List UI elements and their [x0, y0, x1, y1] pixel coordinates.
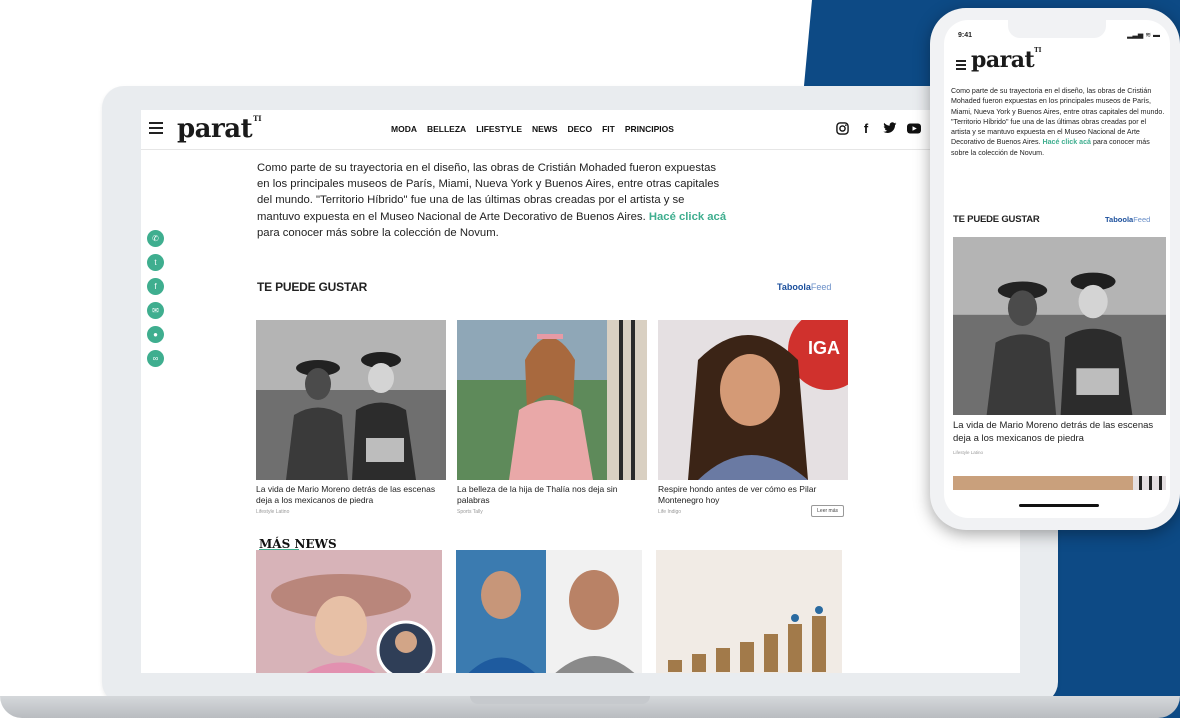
menu-icon[interactable] [149, 122, 163, 134]
card-title[interactable]: La vida de Mario Moreno detrás de las es… [256, 484, 446, 506]
whatsapp-icon[interactable]: ✆ [147, 230, 164, 247]
article-tail: para conocer más sobre la colección de N… [257, 226, 499, 239]
status-time: 9:41 [958, 32, 973, 39]
laptop-notch [470, 696, 650, 704]
social-links: f [834, 120, 922, 136]
article-link[interactable]: Hacé click acá [649, 211, 726, 223]
card-title[interactable]: La belleza de la hija de Thalía nos deja… [457, 484, 647, 506]
site-logo[interactable]: paratTI [177, 114, 262, 144]
twitter-icon[interactable]: t [147, 254, 164, 271]
recommendation-card[interactable]: La vida de Mario Moreno detrás de las es… [256, 320, 446, 515]
nav-item-principios[interactable]: PRINCIPIOS [625, 124, 674, 134]
card-title[interactable]: La vida de Mario Moreno detrás de las es… [953, 419, 1163, 445]
card-source: Lifestyle Latino [256, 509, 290, 515]
twitter-icon[interactable] [882, 120, 898, 136]
nav-item-moda[interactable]: MODA [391, 124, 417, 134]
youtube-icon[interactable] [906, 120, 922, 136]
more-news-title: MÁS NEWS [259, 537, 337, 552]
section-title: TE PUEDE GUSTAR [953, 214, 1040, 225]
recommendation-card[interactable]: IGA Respire hondo antes de ver cómo es P… [658, 320, 848, 517]
messenger-icon[interactable]: ● [147, 326, 164, 343]
laptop-screen: paratTI MODA BELLEZA LIFESTYLE NEWS DECO… [141, 110, 1020, 673]
card-image[interactable] [953, 476, 1166, 490]
card-title[interactable]: Respire hondo antes de ver cómo es Pilar… [658, 484, 848, 506]
phone-screen: 9:41 ▂▃▅ ≋ ▬ paratTI Como parte de su tr… [944, 20, 1170, 518]
nav-item-deco[interactable]: DECO [568, 124, 593, 134]
share-bar: ✆ t f ✉ ● ∞ [147, 230, 164, 367]
recommendation-cards: La vida de Mario Moreno detrás de las es… [256, 320, 848, 517]
taboola-logo[interactable]: TaboolaFeed [1105, 215, 1150, 224]
link-icon[interactable]: ∞ [147, 350, 164, 367]
email-icon[interactable]: ✉ [147, 302, 164, 319]
facebook-icon[interactable]: f [147, 278, 164, 295]
card-source: Lifestyle Latino [953, 450, 984, 455]
article-link[interactable]: Hacé click acá [1042, 138, 1091, 146]
card-image[interactable]: IGA [658, 320, 848, 480]
more-news-row [256, 550, 842, 673]
article-paragraph: Como parte de su trayectoria en el diseñ… [257, 160, 727, 241]
card-image[interactable] [953, 237, 1166, 415]
nav-item-belleza[interactable]: BELLEZA [427, 124, 466, 134]
nav-item-news[interactable]: NEWS [532, 124, 558, 134]
facebook-icon[interactable]: f [858, 120, 874, 136]
section-title: TE PUEDE GUSTAR [257, 280, 368, 294]
instagram-icon[interactable] [834, 120, 850, 136]
site-logo[interactable]: paratTI [971, 47, 1041, 73]
card-source: Sports Tally [457, 509, 483, 515]
read-more-button[interactable]: Leer más [811, 505, 844, 517]
card-image[interactable] [457, 320, 647, 480]
svg-text:IGA: IGA [808, 338, 840, 358]
recommendation-card[interactable]: La belleza de la hija de Thalía nos deja… [457, 320, 647, 515]
nav-item-fit[interactable]: FIT [602, 124, 615, 134]
taboola-logo[interactable]: TaboolaFeed [777, 282, 831, 292]
main-nav: MODA BELLEZA LIFESTYLE NEWS DECO FIT PRI… [391, 124, 674, 134]
news-image[interactable] [456, 550, 642, 673]
status-icons: ▂▃▅ ≋ ▬ [1127, 32, 1160, 39]
site-header: paratTI MODA BELLEZA LIFESTYLE NEWS DECO… [141, 110, 1020, 150]
menu-icon[interactable] [956, 60, 966, 72]
home-indicator[interactable] [1019, 504, 1099, 507]
nav-item-lifestyle[interactable]: LIFESTYLE [476, 124, 522, 134]
card-image[interactable] [256, 320, 446, 480]
news-image[interactable] [256, 550, 442, 673]
phone-notch [1008, 20, 1106, 38]
news-image[interactable] [656, 550, 842, 673]
article-paragraph: Como parte de su trayectoria en el diseñ… [951, 86, 1165, 158]
